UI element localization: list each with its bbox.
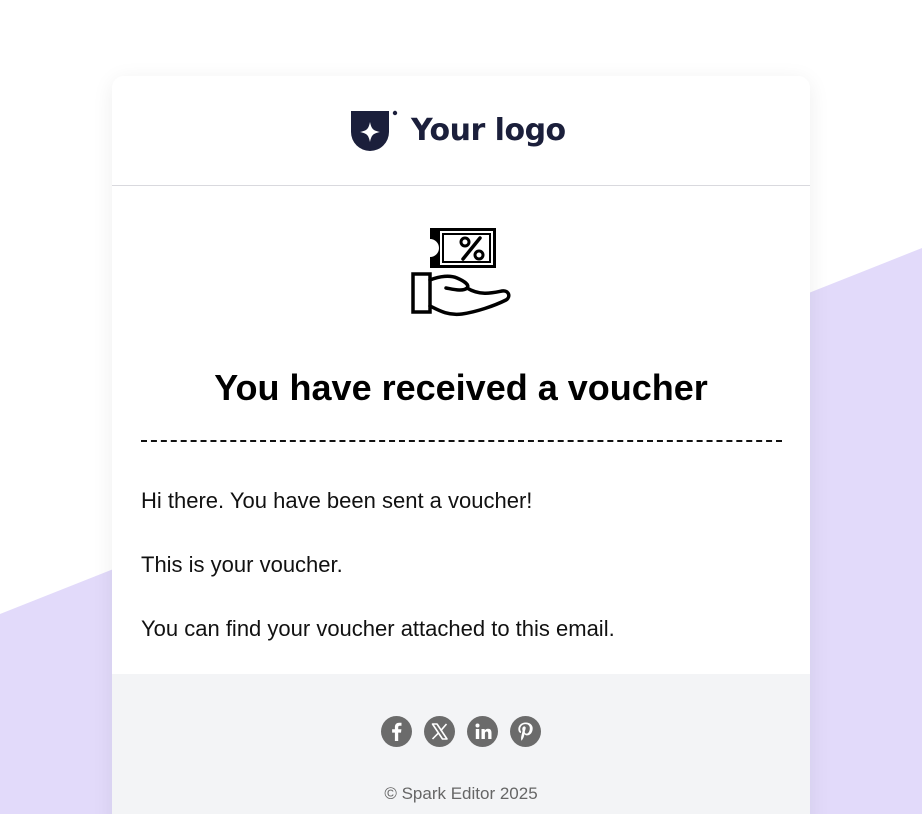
logo-text: Your logo (411, 113, 566, 148)
linkedin-icon (475, 723, 492, 739)
dashed-divider (141, 440, 782, 442)
logo-shield-icon (351, 110, 398, 151)
pinterest-link[interactable] (510, 716, 541, 747)
social-links (381, 716, 541, 747)
page-title: You have received a voucher (214, 367, 708, 408)
body-paragraph-attachment: You can find your voucher attached to th… (141, 616, 615, 641)
body-paragraph-greeting: Hi there. You have been sent a voucher! (141, 488, 533, 513)
x-icon (431, 723, 448, 740)
copyright-text: © Spark Editor 2025 (384, 784, 538, 803)
email-card: Your logo You have received a voucher Hi… (112, 76, 810, 814)
facebook-link[interactable] (381, 716, 412, 747)
x-link[interactable] (424, 716, 455, 747)
linkedin-link[interactable] (467, 716, 498, 747)
body-paragraph-voucher: This is your voucher. (141, 552, 343, 577)
facebook-icon (392, 722, 402, 741)
email-footer: © Spark Editor 2025 (112, 674, 810, 814)
pinterest-icon (518, 722, 533, 741)
email-header: Your logo (112, 76, 810, 186)
logo[interactable]: Your logo (351, 110, 566, 152)
voucher-hand-icon (411, 228, 511, 317)
